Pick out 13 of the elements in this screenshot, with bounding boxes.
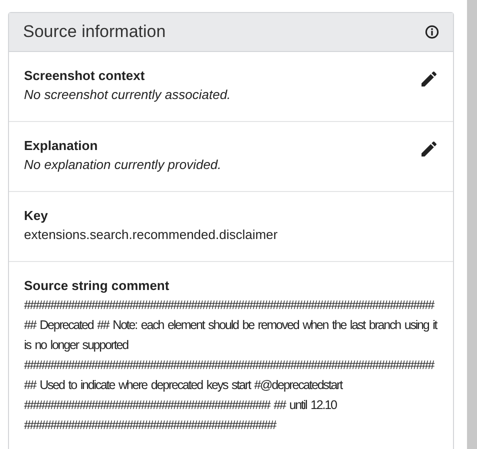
info-icon[interactable] bbox=[425, 25, 439, 39]
field-label: Key bbox=[24, 207, 49, 225]
field-value: extensions.search.recommended.disclaimer bbox=[24, 226, 278, 244]
field-value: No explanation currently provided. bbox=[24, 156, 222, 174]
field-label: Explanation bbox=[24, 137, 99, 155]
field-value: No screenshot currently associated. bbox=[24, 86, 231, 104]
field-label: Source string comment bbox=[24, 277, 170, 295]
panel-title: Source information bbox=[23, 22, 166, 42]
field-value: ###################################################################### ## Deprecated ## Note: each element should be removed when the last branch using it is no longer supported ###################################################################### ## Used to indicate where deprecated keys start #@deprecatedstart ########################################## ## until 12.10 ########################################### bbox=[24, 297, 438, 434]
field-label: Screenshot context bbox=[24, 67, 146, 85]
pencil-icon[interactable] bbox=[419, 139, 439, 159]
scrollbar[interactable] bbox=[467, 0, 477, 449]
pencil-icon[interactable] bbox=[419, 69, 439, 89]
